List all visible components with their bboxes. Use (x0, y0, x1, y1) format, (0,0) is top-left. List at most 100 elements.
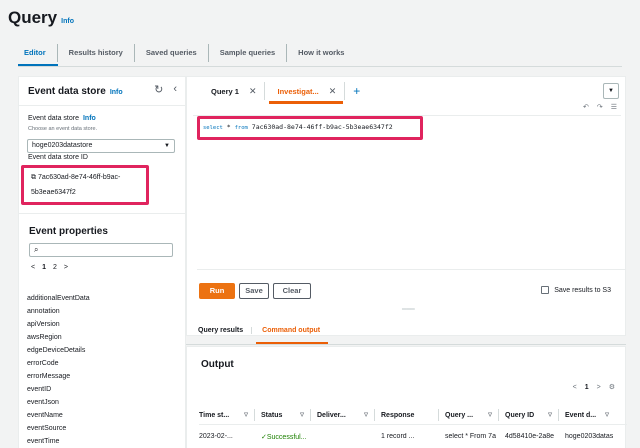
editor-tab-label: Investigat... (277, 86, 319, 96)
refresh-icon[interactable]: ↻ (154, 83, 163, 96)
copy-icon[interactable]: ⧉ (31, 174, 38, 181)
property-item[interactable]: eventID (27, 383, 90, 396)
property-item[interactable]: errorCode (27, 357, 90, 370)
tab-query-results[interactable]: Query results (198, 327, 251, 334)
query-editor-panel: Query 1 ✕ Investigat... ✕ + ▼ ↶ ↷ ☰ select… (186, 76, 626, 336)
query-editor-input[interactable]: select * from 7ac630ad-8e74-46ff-b9ac-5b… (203, 123, 393, 131)
store-id-label: Event data store ID (28, 154, 88, 161)
sort-icon[interactable]: ▽ (300, 412, 304, 418)
sort-icon[interactable]: ▽ (488, 412, 492, 418)
editor-toolbar: ↶ ↷ ☰ (583, 103, 617, 111)
property-item[interactable]: apiVersion (27, 318, 90, 331)
pager-prev[interactable]: < (31, 264, 35, 271)
properties-pager: < 1 2 > (31, 264, 68, 271)
main-tabs: Editor Results history Saved queries Sam… (18, 42, 355, 64)
property-item[interactable]: eventSource (27, 422, 90, 435)
save-results-checkbox[interactable] (541, 286, 550, 294)
cell-query: select * From 7a (445, 433, 496, 440)
cell-query-id: 4d58410e-2a8e (505, 433, 555, 440)
store-hint: Choose an event data store. (28, 126, 98, 132)
table-header: Time st... ▽ Status ▽ Deliver... ▽ Response… (199, 406, 627, 424)
search-icon: ⌕ (34, 245, 39, 254)
property-item[interactable]: eventJson (27, 396, 90, 409)
select-value: hoge0203datastore (32, 142, 93, 149)
column-header[interactable]: Query ... ▽ (445, 409, 499, 421)
plus-icon[interactable]: + (353, 84, 360, 98)
property-item[interactable]: edgeDeviceDetails (27, 344, 90, 357)
save-results-option[interactable]: Save results to S3 (541, 286, 611, 294)
property-item[interactable]: eventName (27, 409, 90, 422)
panel-divider (19, 105, 185, 106)
tab-command-output[interactable]: Command output (251, 326, 328, 334)
run-button[interactable]: Run (199, 283, 235, 299)
caret-down-icon: ▼ (164, 143, 170, 149)
store-label: Event data store Info (28, 115, 96, 122)
editor-tab-query-1[interactable]: Query 1 ✕ (199, 82, 266, 100)
pager-next[interactable]: > (64, 264, 68, 271)
store-label-text: Event data store (28, 115, 79, 122)
sort-icon[interactable]: ▽ (244, 412, 248, 418)
gear-icon[interactable]: ⚙ (609, 383, 615, 391)
tab-sample-queries[interactable]: Sample queries (207, 44, 286, 62)
output-pager: < 1 > ⚙ (573, 383, 615, 392)
event-properties-title: Event properties (29, 226, 108, 237)
column-header[interactable]: Response (381, 409, 439, 421)
sort-icon[interactable]: ▽ (364, 412, 368, 418)
panel-divider-2 (19, 213, 185, 214)
tab-how-it-works[interactable]: How it works (286, 44, 355, 62)
column-header[interactable]: Deliver... ▽ (317, 409, 375, 421)
table-row[interactable]: 2023-02-... ✓Successful... 1 record ... … (199, 433, 627, 441)
sql-table-id: 7ac630ad-8e74-46ff-b9ac-5b3eae6347f2 (247, 123, 393, 131)
property-item[interactable]: additionalEventData (27, 292, 90, 305)
column-label: Deliver... (317, 411, 346, 419)
column-label: Status (261, 411, 283, 419)
results-tabs: Query results Command output (198, 320, 328, 340)
column-header[interactable]: Time st... ▽ (199, 409, 255, 421)
table-header-divider (199, 424, 627, 425)
editor-tabs: Query 1 ✕ Investigat... ✕ + (199, 82, 360, 100)
clear-button[interactable]: Clear (273, 283, 311, 299)
panel-title-text: Event data store (28, 86, 106, 97)
tab-results-history[interactable]: Results history (56, 44, 134, 62)
column-label: Query ... (445, 411, 474, 419)
save-button[interactable]: Save (239, 283, 269, 299)
tab-saved-queries[interactable]: Saved queries (133, 44, 208, 62)
store-info-link[interactable]: Info (83, 115, 96, 122)
info-link[interactable]: Info (61, 18, 74, 25)
pager-prev[interactable]: < (573, 384, 577, 391)
tab-editor[interactable]: Editor (18, 44, 57, 62)
output-panel: Output < 1 > ⚙ Time st... ▽ Status ▽ Deliv… (186, 346, 627, 448)
close-icon[interactable]: ✕ (249, 86, 257, 97)
property-item[interactable]: eventTime (27, 435, 90, 448)
cell-response: 1 record ... (381, 433, 415, 440)
pager-page-2[interactable]: 2 (53, 264, 57, 271)
editor-menu-button[interactable]: ▼ (603, 83, 619, 99)
undo-icon[interactable]: ↶ (583, 103, 589, 111)
resize-handle[interactable]: ═══ (402, 307, 415, 313)
pager-current[interactable]: 1 (585, 384, 589, 391)
caret-down-icon: ▼ (608, 88, 614, 94)
properties-search-input[interactable]: ⌕ (29, 243, 173, 257)
property-item[interactable]: awsRegion (27, 331, 90, 344)
chevron-left-icon[interactable]: ‹ (173, 83, 177, 96)
column-header[interactable]: Event d... ▽ (565, 409, 615, 421)
pager-page-1[interactable]: 1 (42, 264, 46, 271)
property-item[interactable]: annotation (27, 305, 90, 318)
format-icon[interactable]: ☰ (611, 103, 617, 111)
column-header[interactable]: Status ▽ (261, 409, 311, 421)
cell-event-data-store: hoge0203datas (565, 433, 614, 440)
column-label: Response (381, 411, 415, 419)
editor-tab-investigate[interactable]: Investigat... ✕ (265, 82, 346, 100)
cell-status: ✓Successful... (261, 433, 311, 441)
sql-keyword: select (203, 125, 223, 131)
close-icon[interactable]: ✕ (329, 86, 337, 97)
store-id-value[interactable]: ⧉ 7ac630ad-8e74-46ff-b9ac-5b3eae6347f2 (31, 170, 147, 200)
event-data-store-select[interactable]: hoge0203datastore ▼ (27, 139, 175, 153)
column-header[interactable]: Query ID ▽ (505, 409, 559, 421)
sort-icon[interactable]: ▽ (548, 412, 552, 418)
panel-info-link[interactable]: Info (110, 89, 123, 96)
redo-icon[interactable]: ↷ (597, 103, 603, 111)
property-item[interactable]: errorMessage (27, 370, 90, 383)
pager-next[interactable]: > (597, 384, 601, 391)
sort-icon[interactable]: ▽ (605, 412, 609, 418)
